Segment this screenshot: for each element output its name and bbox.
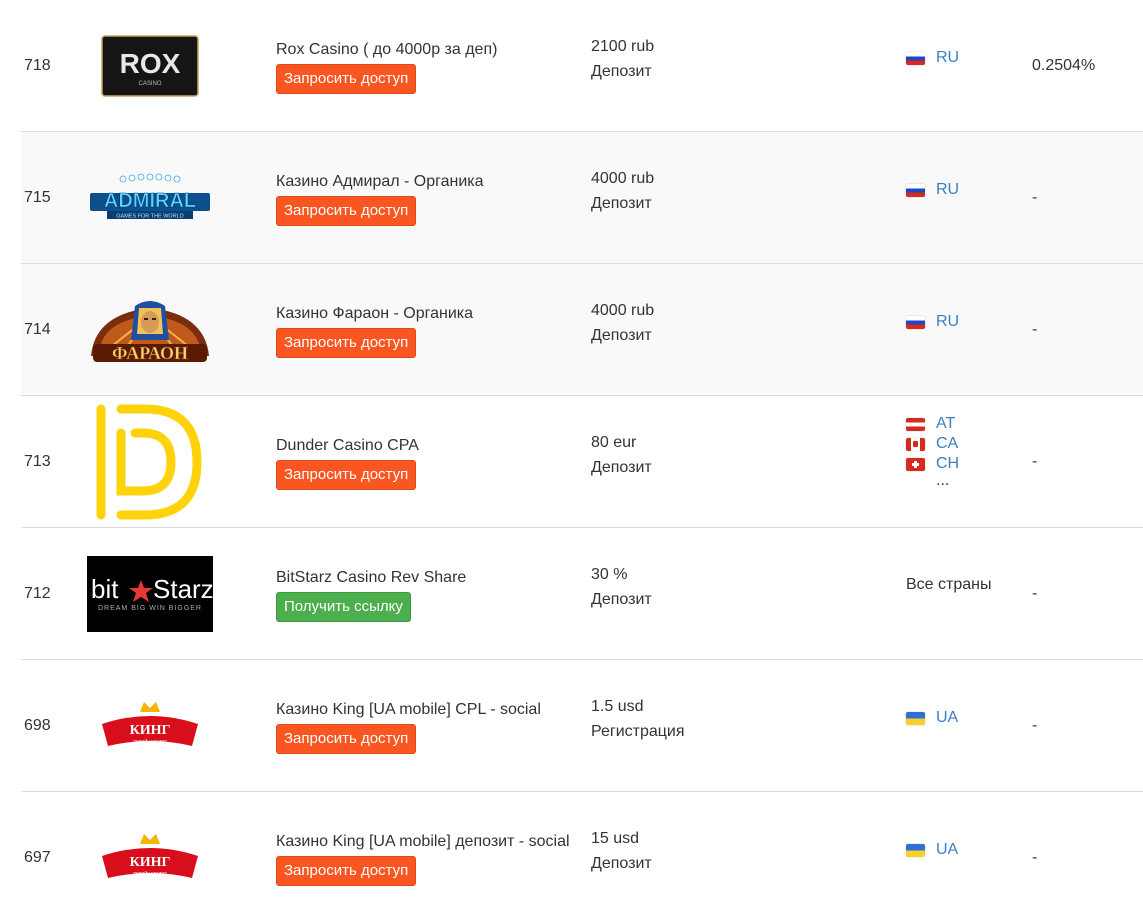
offer-id: 698 <box>24 716 51 734</box>
logo-text: ROX <box>120 48 181 79</box>
payout-type: Депозит <box>591 195 652 212</box>
offer-title[interactable]: Dunder Casino CPA <box>276 436 419 456</box>
conversion-rate: - <box>1032 452 1038 470</box>
offer-title[interactable]: Казино Адмирал - Органика <box>276 172 484 192</box>
ukraine-flag-icon <box>906 843 925 857</box>
payout-amount: 4000 rub <box>591 170 655 187</box>
conversion-rate: - <box>1032 716 1038 734</box>
payout-amount: 15 usd <box>591 830 640 847</box>
svg-text:ФАРАОН: ФАРАОН <box>112 343 188 363</box>
geo-item[interactable]: CA <box>906 434 959 454</box>
table-row: 714 ФАРАОН Казино Фараон - Органика Запр… <box>21 264 1143 396</box>
offer-id: 718 <box>24 56 51 74</box>
table-row: 697 КИНГ онлайн казино Казино King [UA m… <box>21 792 1143 923</box>
payout-type: Депозит <box>591 63 652 80</box>
russia-flag-icon <box>906 51 925 65</box>
russia-flag-icon <box>906 315 925 329</box>
svg-text:онлайн казино: онлайн казино <box>133 738 167 745</box>
king-casino-logo[interactable]: КИНГ онлайн казино <box>85 792 215 923</box>
svg-text:онлайн казино: онлайн казино <box>133 870 167 877</box>
offer-title[interactable]: Rox Casino ( до 4000р за деп) <box>276 40 497 60</box>
geo-all-countries: Все страны <box>906 576 992 593</box>
austria-flag-icon <box>906 417 925 431</box>
switzerland-flag-icon <box>906 457 925 471</box>
conversion-rate: - <box>1032 188 1038 206</box>
table-row: 715 ADMIRAL GAMES FOR THE WORLD Казино А… <box>21 132 1143 264</box>
geo-item[interactable]: RU <box>906 312 959 332</box>
geo-more[interactable]: ... <box>906 473 959 494</box>
offers-table: 718 ROX CASINO Rox Casino ( до 4000р за … <box>21 0 1143 923</box>
payout-type: Депозит <box>591 591 652 608</box>
payout-type: Регистрация <box>591 723 685 740</box>
geo-item[interactable]: RU <box>906 48 959 68</box>
offer-title[interactable]: Казино Фараон - Органика <box>276 304 473 324</box>
svg-text:ADMIRAL: ADMIRAL <box>104 190 196 212</box>
russia-flag-icon <box>906 183 925 197</box>
geo-item[interactable]: UA <box>906 708 958 728</box>
offer-title[interactable]: BitStarz Casino Rev Share <box>276 568 466 588</box>
request-access-button[interactable]: Запросить доступ <box>276 724 417 754</box>
rox-casino-logo[interactable]: ROX CASINO <box>85 0 215 131</box>
offer-id: 712 <box>24 584 51 602</box>
request-access-button[interactable]: Запросить доступ <box>276 328 417 358</box>
table-row: 698 КИНГ онлайн казино Казино King [UA m… <box>21 660 1143 792</box>
king-casino-logo[interactable]: КИНГ онлайн казино <box>85 660 215 791</box>
get-link-button[interactable]: Получить ссылку <box>276 592 411 622</box>
conversion-rate: - <box>1032 848 1038 866</box>
table-row: 712 bit Starz DREAM BIG WIN BIGGER BitSt… <box>21 528 1143 660</box>
geo-item[interactable]: CH <box>906 454 959 474</box>
svg-text:Starz: Starz <box>153 574 213 604</box>
svg-text:bit: bit <box>91 574 119 604</box>
svg-text:DREAM BIG WIN BIGGER: DREAM BIG WIN BIGGER <box>98 605 202 612</box>
request-access-button[interactable]: Запросить доступ <box>276 460 417 490</box>
payout-amount: 2100 rub <box>591 38 655 55</box>
bitstarz-casino-logo[interactable]: bit Starz DREAM BIG WIN BIGGER <box>85 528 215 659</box>
payout-type: Депозит <box>591 855 652 872</box>
request-access-button[interactable]: Запросить доступ <box>276 196 417 226</box>
offer-id: 714 <box>24 320 51 338</box>
payout-amount: 1.5 usd <box>591 698 644 715</box>
payout-type: Депозит <box>591 459 652 476</box>
payout-amount: 80 eur <box>591 434 637 451</box>
offer-id: 715 <box>24 188 51 206</box>
svg-text:КИНГ: КИНГ <box>130 723 171 738</box>
payout-type: Депозит <box>591 327 652 344</box>
ukraine-flag-icon <box>906 711 925 725</box>
request-access-button[interactable]: Запросить доступ <box>276 64 417 94</box>
offer-id: 713 <box>24 452 51 470</box>
geo-item[interactable]: UA <box>906 840 958 860</box>
payout-amount: 4000 rub <box>591 302 655 319</box>
svg-text:CASINO: CASINO <box>138 81 161 87</box>
svg-text:GAMES FOR THE WORLD: GAMES FOR THE WORLD <box>116 213 183 219</box>
offer-title[interactable]: Казино King [UA mobile] депозит - social <box>276 832 570 852</box>
conversion-rate: - <box>1032 320 1038 338</box>
offer-id: 697 <box>24 848 51 866</box>
svg-text:КИНГ: КИНГ <box>130 855 171 870</box>
admiral-casino-logo[interactable]: ADMIRAL GAMES FOR THE WORLD <box>85 132 215 263</box>
canada-flag-icon <box>906 437 925 451</box>
conversion-rate: - <box>1032 584 1038 602</box>
pharaoh-casino-logo[interactable]: ФАРАОН <box>85 264 215 395</box>
table-row: 718 ROX CASINO Rox Casino ( до 4000р за … <box>21 0 1143 132</box>
geo-item[interactable]: AT <box>906 414 959 434</box>
offer-title[interactable]: Казино King [UA mobile] CPL - social <box>276 700 541 720</box>
conversion-rate: 0.2504% <box>1032 56 1096 74</box>
request-access-button[interactable]: Запросить доступ <box>276 856 417 886</box>
geo-item[interactable]: RU <box>906 180 959 200</box>
table-row: 713 Dunder Casino CPA Запросить доступ 8… <box>21 396 1143 528</box>
payout-amount: 30 % <box>591 566 628 583</box>
dunder-casino-logo[interactable] <box>85 396 215 527</box>
